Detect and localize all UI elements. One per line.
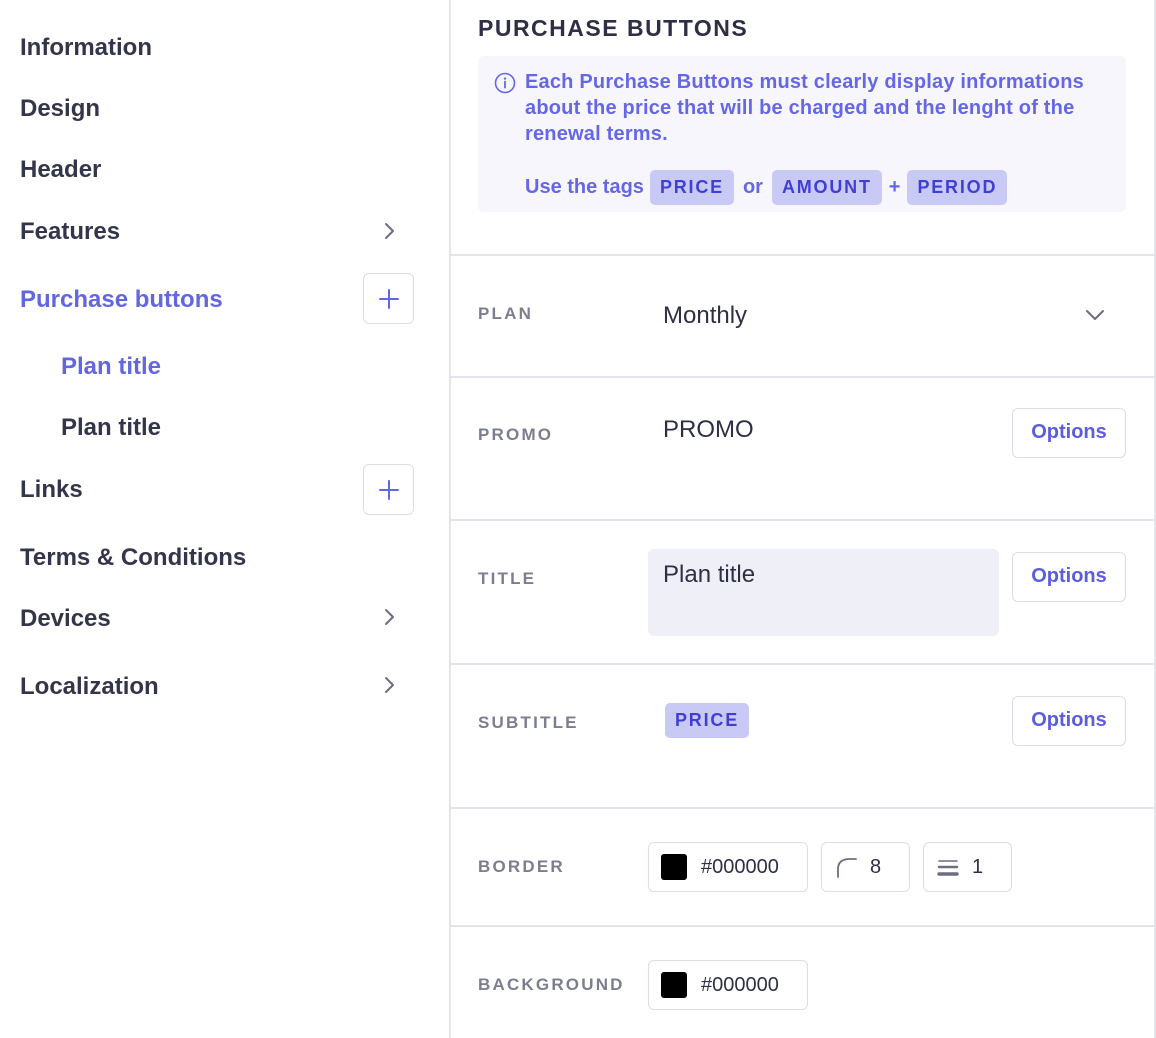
sidebar-item-localization[interactable]: Localization [20, 672, 159, 702]
tags-prefix: Use the tags [525, 175, 644, 198]
promo-label: PROMO [478, 425, 554, 444]
title-input[interactable]: Plan title [648, 549, 999, 636]
sidebar-item-purchase-buttons[interactable]: Purchase buttons [20, 285, 223, 315]
tag-amount: AMOUNT [771, 169, 882, 205]
sidebar-item-design[interactable]: Design [20, 94, 100, 124]
background-label: BACKGROUND [478, 975, 625, 994]
border-color-field[interactable]: #000000 [648, 842, 808, 892]
border-width-value: 1 [972, 855, 984, 878]
divider [451, 376, 1154, 378]
background-color-value: #000000 [701, 973, 779, 996]
background-color-swatch[interactable] [661, 972, 687, 998]
sidebar-item-terms-conditions[interactable]: Terms & Conditions [20, 543, 246, 573]
tag-price: PRICE [649, 169, 734, 205]
border-radius-field[interactable]: 8 [821, 842, 910, 892]
subtitle-label: SUBTITLE [478, 713, 579, 732]
background-color-field[interactable]: #000000 [648, 960, 808, 1010]
sidebar-item-devices[interactable]: Devices [20, 604, 111, 634]
divider [451, 663, 1154, 665]
border-width-icon [937, 860, 959, 876]
subtitle-options-button[interactable]: Options [1012, 696, 1126, 746]
info-callout: Each Purchase Buttons must clearly displ… [478, 56, 1126, 212]
tags-hint: Use the tags PRICE or AMOUNT + PERIOD [525, 169, 1008, 205]
divider [451, 254, 1154, 256]
divider [451, 807, 1154, 809]
sidebar-item-header[interactable]: Header [20, 155, 101, 185]
border-radius-value: 8 [870, 855, 882, 878]
title-label: TITLE [478, 569, 537, 588]
plus-icon [379, 289, 399, 309]
tags-plus: + [888, 175, 901, 198]
add-purchase-button[interactable] [363, 273, 414, 324]
divider [451, 519, 1154, 521]
plus-icon [379, 480, 399, 500]
panel-title: PURCHASE BUTTONS [478, 15, 749, 41]
chevron-right-icon[interactable] [378, 220, 400, 242]
info-icon [494, 72, 516, 94]
info-text: Each Purchase Buttons must clearly displ… [525, 71, 1084, 145]
divider [451, 925, 1154, 927]
subtitle-price-tag[interactable]: PRICE [665, 703, 750, 738]
sidebar: Information Design Header Features Purch… [0, 0, 449, 1038]
sidebar-item-information[interactable]: Information [20, 33, 152, 63]
promo-options-button[interactable]: Options [1012, 408, 1126, 458]
add-link-button[interactable] [363, 464, 414, 515]
corner-radius-icon [837, 858, 857, 878]
sidebar-item-features[interactable]: Features [20, 217, 120, 247]
sidebar-subitem-plan-title-2[interactable]: Plan title [61, 413, 161, 443]
border-label: BORDER [478, 857, 565, 876]
tag-period: PERIOD [907, 169, 1008, 205]
chevron-right-icon[interactable] [378, 606, 400, 628]
tags-or: or [742, 175, 763, 198]
title-options-button[interactable]: Options [1012, 552, 1126, 602]
chevron-down-icon[interactable] [1083, 304, 1107, 326]
border-color-swatch[interactable] [661, 854, 687, 880]
border-width-field[interactable]: 1 [923, 842, 1012, 892]
plan-select[interactable]: Monthly [663, 302, 747, 330]
title-input-value: Plan title [663, 561, 756, 588]
promo-input[interactable]: PROMO [663, 416, 754, 444]
chevron-right-icon[interactable] [378, 674, 400, 696]
sidebar-subitem-plan-title-1[interactable]: Plan title [61, 352, 161, 382]
sidebar-item-links[interactable]: Links [20, 475, 83, 505]
plan-label: PLAN [478, 304, 534, 323]
border-color-value: #000000 [701, 855, 779, 878]
